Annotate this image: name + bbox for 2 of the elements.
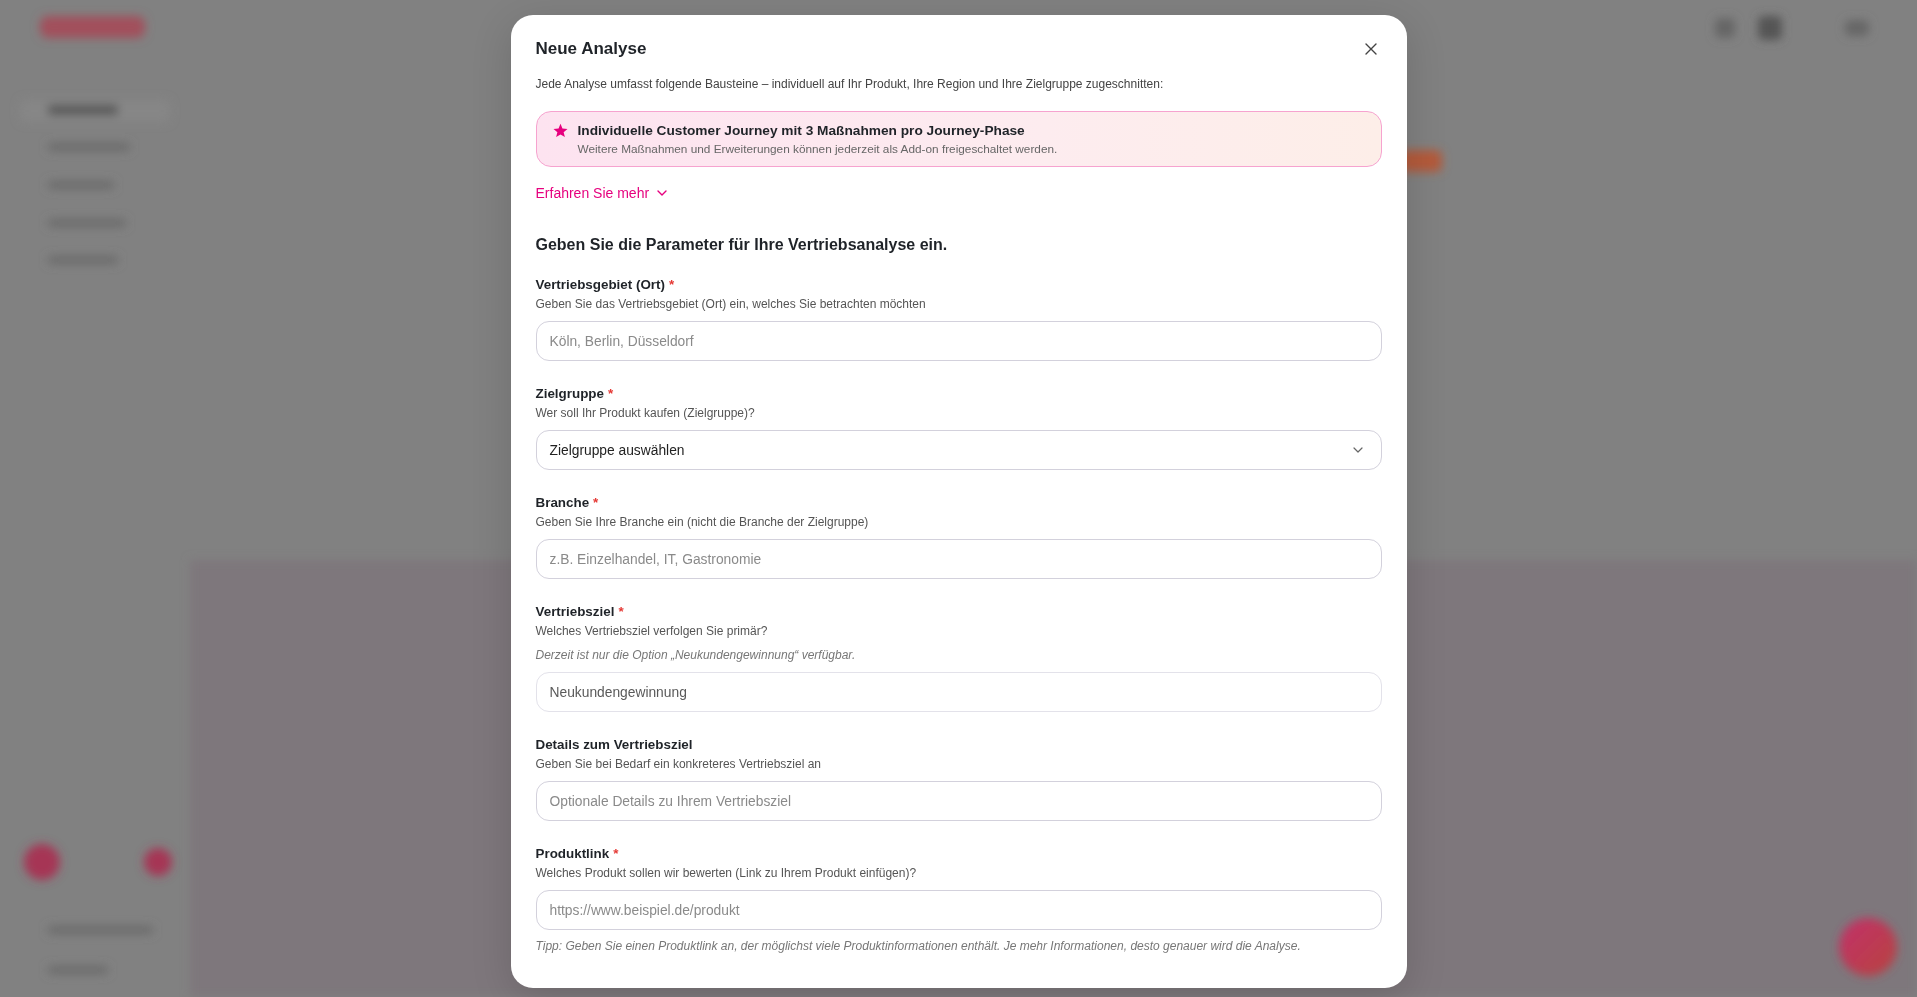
- field-tip: Tipp: Geben Sie einen Produktlink an, der möglichst viele Produktinformationen enthält. Je mehr Informationen, desto genauer wird die Analyse.: [535, 938, 1302, 954]
- text-input-field[interactable]: https://www.beispiel.de/produkt: [535, 890, 1382, 930]
